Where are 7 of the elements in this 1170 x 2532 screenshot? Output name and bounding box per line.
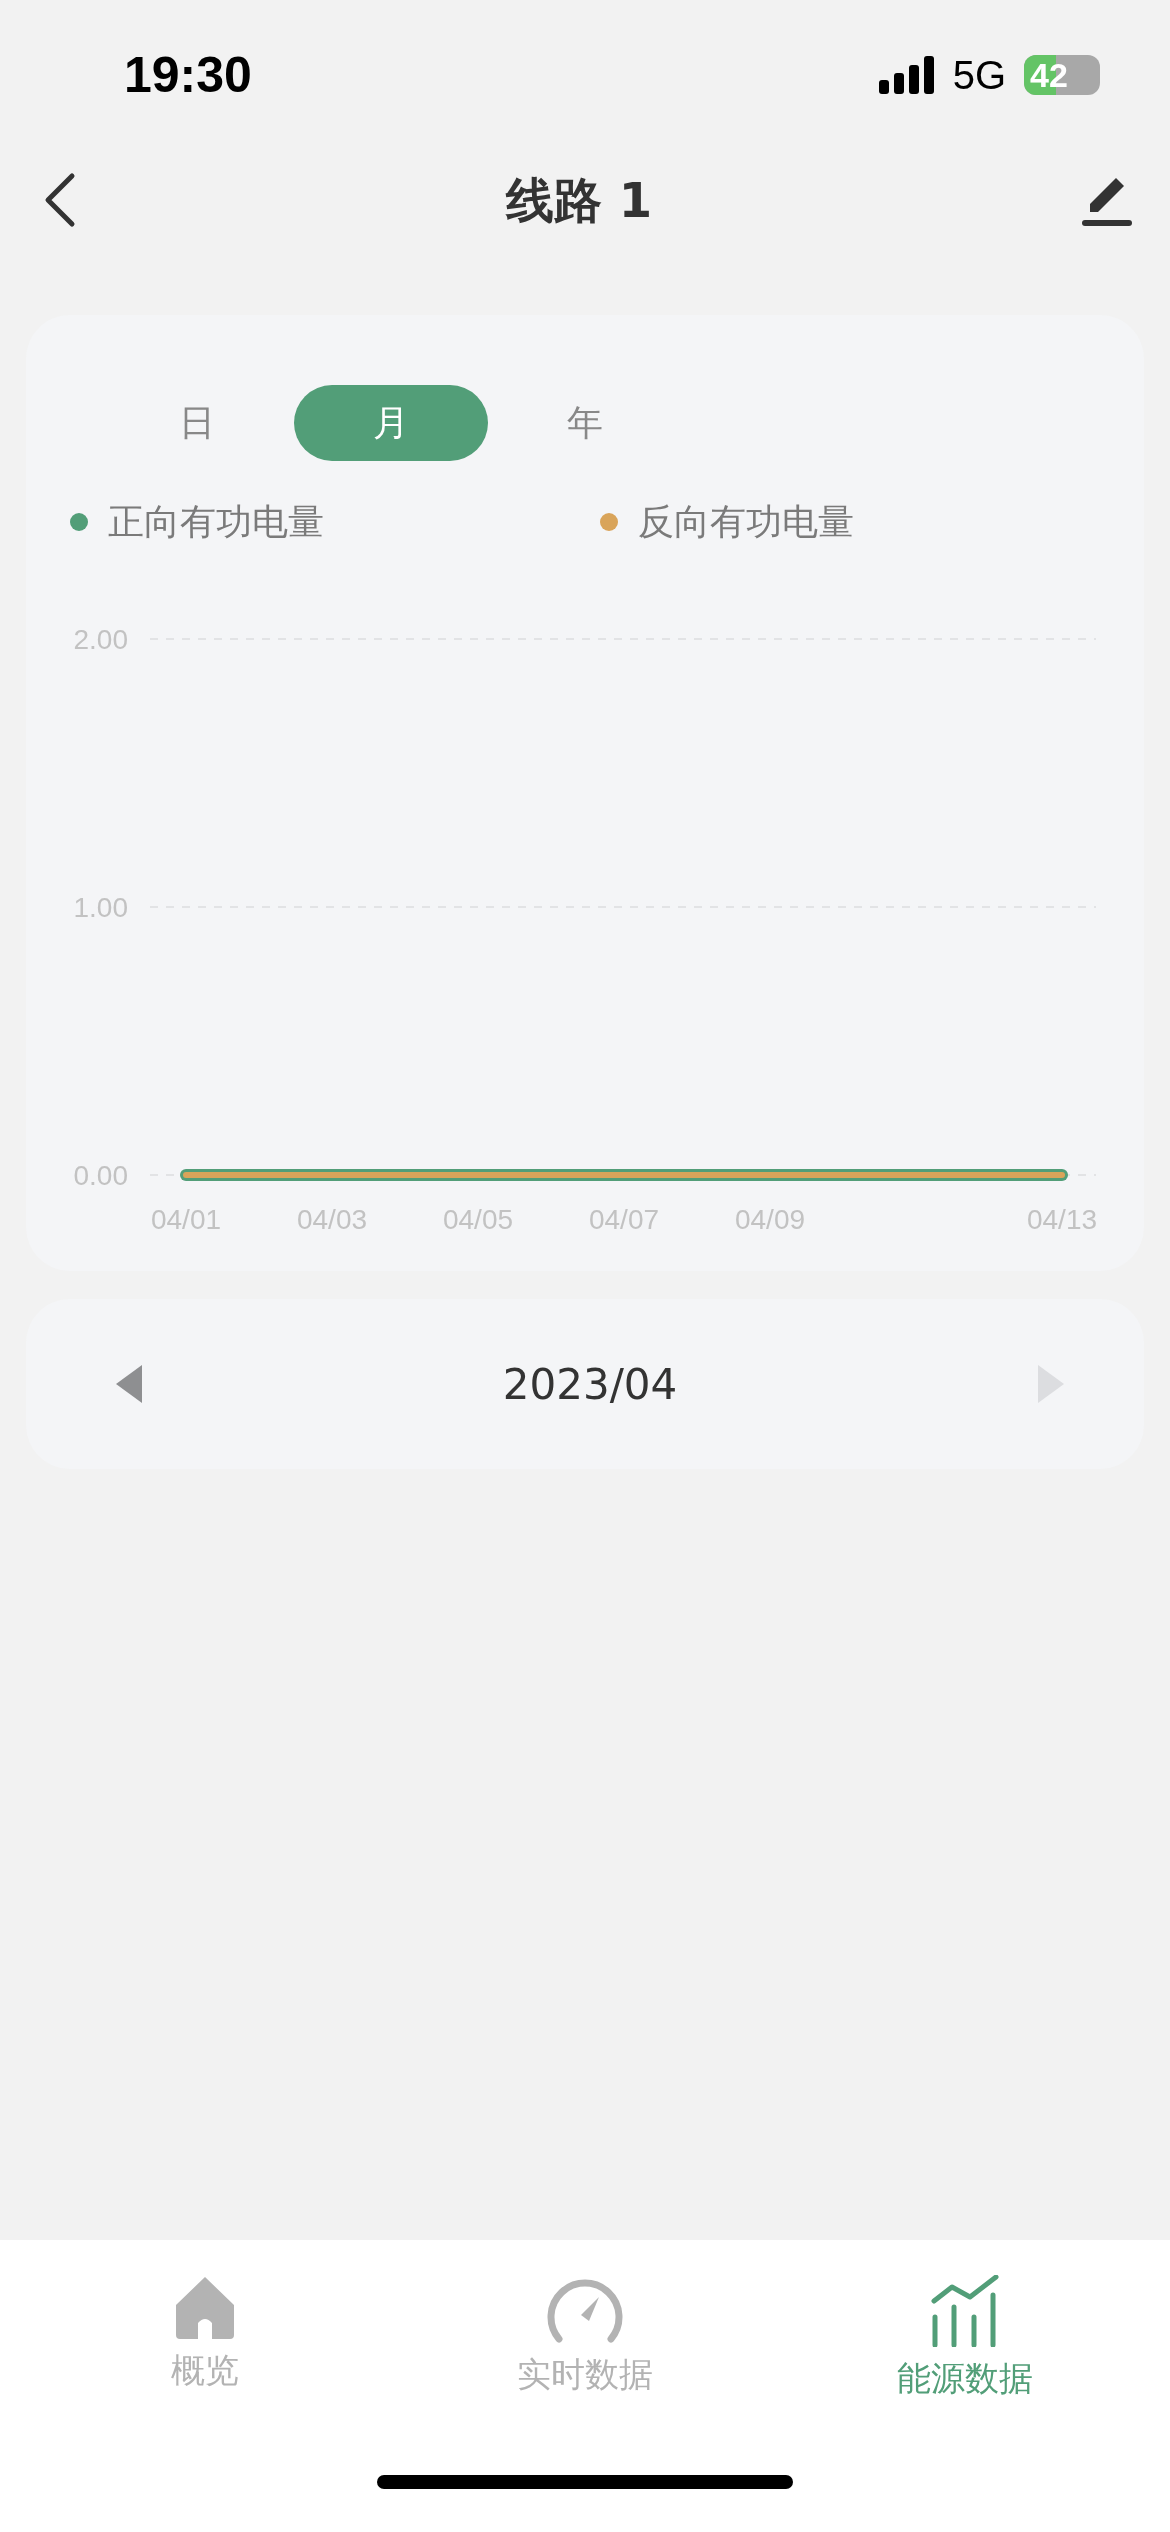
period-label: 2023/04 <box>502 1358 678 1411</box>
network-label: 5G <box>952 52 1006 99</box>
battery-indicator: 42 <box>1024 55 1100 95</box>
page-title: 线路 1 <box>505 171 653 230</box>
legend-label: 正向有功电量 <box>108 500 324 544</box>
legend-label: 反向有功电量 <box>638 500 854 544</box>
status-time: 19:30 <box>124 46 252 105</box>
